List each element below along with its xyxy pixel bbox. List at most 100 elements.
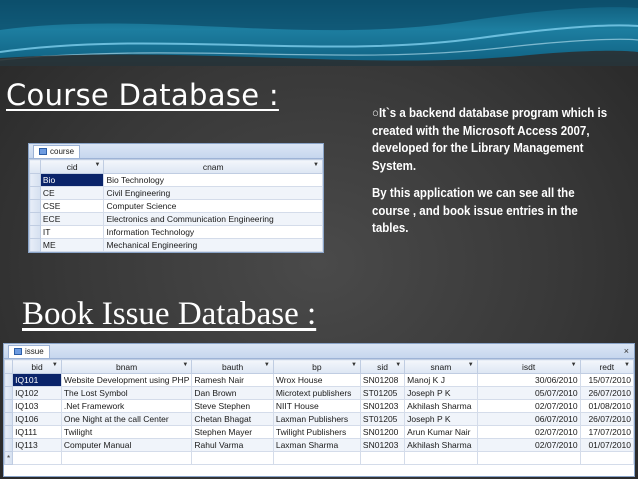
table-cell[interactable]: Laxman Sharma xyxy=(272,438,361,452)
empty-cell[interactable] xyxy=(404,451,478,465)
table-cell[interactable]: SN01203 xyxy=(359,438,406,452)
table-cell[interactable]: One Night at the call Center xyxy=(60,412,193,426)
table-cell[interactable]: Joseph P K xyxy=(404,412,478,426)
column-header-bp[interactable]: bp ▼ xyxy=(272,359,361,374)
table-cell[interactable]: ST01205 xyxy=(359,412,406,426)
table-cell[interactable]: ME xyxy=(39,238,105,252)
empty-cell[interactable] xyxy=(359,451,406,465)
table-cell[interactable]: Electronics and Communication Engineerin… xyxy=(103,212,323,226)
table-cell[interactable]: 01/08/2010 xyxy=(579,399,635,413)
table-cell[interactable]: 01/07/2010 xyxy=(579,438,635,452)
row-selector[interactable] xyxy=(29,199,41,213)
table-cell[interactable]: IQ111 xyxy=(12,425,62,439)
table-cell[interactable]: Twilight Publishers xyxy=(272,425,361,439)
table-cell[interactable]: Microtext publishers xyxy=(272,386,361,400)
table-cell[interactable]: .Net Framework xyxy=(60,399,193,413)
table-cell[interactable]: ECE xyxy=(39,212,105,226)
table-cell[interactable]: Bio Technology xyxy=(103,173,323,187)
row-selector[interactable] xyxy=(3,399,14,413)
table-cell[interactable]: The Lost Symbol xyxy=(60,386,193,400)
dropdown-arrow-icon[interactable]: ▼ xyxy=(182,362,188,368)
table-cell[interactable]: Computer Manual xyxy=(60,438,193,452)
table-cell[interactable]: Manoj K J xyxy=(404,373,478,387)
row-selector[interactable] xyxy=(29,225,41,239)
dropdown-arrow-icon[interactable]: ▼ xyxy=(264,362,270,368)
tab-issue[interactable]: issue xyxy=(8,344,50,358)
row-selector[interactable] xyxy=(3,438,14,452)
column-header-cid[interactable]: cid ▼ xyxy=(39,159,105,174)
select-all-corner[interactable] xyxy=(29,159,41,174)
table-cell[interactable]: Laxman Publishers xyxy=(272,412,361,426)
dropdown-arrow-icon[interactable]: ▼ xyxy=(624,362,630,368)
empty-cell[interactable] xyxy=(272,451,361,465)
select-all-corner[interactable] xyxy=(3,359,14,374)
column-header-bauth[interactable]: bauth ▼ xyxy=(191,359,274,374)
column-header-bnam[interactable]: bnam ▼ xyxy=(60,359,193,374)
dropdown-arrow-icon[interactable]: ▼ xyxy=(571,362,577,368)
row-selector[interactable] xyxy=(29,173,41,187)
dropdown-arrow-icon[interactable]: ▼ xyxy=(95,162,101,168)
table-cell[interactable]: NIIT House xyxy=(272,399,361,413)
table-cell[interactable]: Mechanical Engineering xyxy=(103,238,323,252)
column-header-sid[interactable]: sid ▼ xyxy=(359,359,406,374)
table-cell[interactable]: Dan Brown xyxy=(191,386,274,400)
table-cell[interactable]: Akhilash Sharma xyxy=(404,399,478,413)
table-cell[interactable]: 02/07/2010 xyxy=(476,399,581,413)
table-cell[interactable]: Wrox House xyxy=(272,373,361,387)
table-cell[interactable]: 17/07/2010 xyxy=(579,425,635,439)
table-cell[interactable]: Computer Science xyxy=(103,199,323,213)
dropdown-arrow-icon[interactable]: ▼ xyxy=(351,362,357,368)
table-cell[interactable]: CSE xyxy=(39,199,105,213)
table-cell[interactable]: Stephen Mayer xyxy=(191,425,274,439)
column-header-snam[interactable]: snam ▼ xyxy=(404,359,478,374)
table-cell[interactable]: Civil Engineering xyxy=(103,186,323,200)
row-selector[interactable] xyxy=(29,186,41,200)
close-icon[interactable]: × xyxy=(624,346,629,356)
table-cell[interactable]: 15/07/2010 xyxy=(579,373,635,387)
column-header-bid[interactable]: bid ▼ xyxy=(12,359,62,374)
table-cell[interactable]: SN01208 xyxy=(359,373,406,387)
table-cell[interactable]: SN01203 xyxy=(359,399,406,413)
empty-cell[interactable] xyxy=(60,451,193,465)
table-cell[interactable]: 02/07/2010 xyxy=(476,438,581,452)
row-selector[interactable] xyxy=(3,386,14,400)
row-selector[interactable] xyxy=(29,238,41,252)
dropdown-arrow-icon[interactable]: ▼ xyxy=(313,162,319,168)
table-cell[interactable]: Chetan Bhagat xyxy=(191,412,274,426)
table-cell[interactable]: 26/07/2010 xyxy=(579,412,635,426)
dropdown-arrow-icon[interactable]: ▼ xyxy=(395,362,401,368)
tab-course[interactable]: course xyxy=(33,144,81,158)
row-selector[interactable] xyxy=(3,412,14,426)
dropdown-arrow-icon[interactable]: ▼ xyxy=(52,362,58,368)
table-cell[interactable]: ST01205 xyxy=(359,386,406,400)
table-cell[interactable]: 26/07/2010 xyxy=(579,386,635,400)
empty-cell[interactable] xyxy=(476,451,581,465)
empty-cell[interactable] xyxy=(579,451,635,465)
table-cell[interactable]: Akhilash Sharma xyxy=(404,438,478,452)
table-cell[interactable]: Arun Kumar Nair xyxy=(404,425,478,439)
table-cell[interactable]: Ramesh Nair xyxy=(191,373,274,387)
column-header-redt[interactable]: redt ▼ xyxy=(579,359,635,374)
column-header-cnam[interactable]: cnam ▼ xyxy=(103,159,323,174)
table-cell[interactable]: Information Technology xyxy=(103,225,323,239)
empty-cell[interactable] xyxy=(12,451,62,465)
dropdown-arrow-icon[interactable]: ▼ xyxy=(468,362,474,368)
table-cell[interactable]: Twilight xyxy=(60,425,193,439)
empty-cell[interactable] xyxy=(191,451,274,465)
table-cell[interactable]: Website Development using PHP xyxy=(60,373,193,387)
table-cell[interactable]: IQ102 xyxy=(12,386,62,400)
table-cell[interactable]: 30/06/2010 xyxy=(476,373,581,387)
table-cell[interactable]: 02/07/2010 xyxy=(476,425,581,439)
new-record-row[interactable]: * xyxy=(3,451,635,465)
table-cell[interactable]: Steve Stephen xyxy=(191,399,274,413)
table-cell[interactable]: 05/07/2010 xyxy=(476,386,581,400)
row-selector[interactable] xyxy=(3,373,14,387)
row-selector[interactable] xyxy=(3,425,14,439)
row-selector[interactable] xyxy=(29,212,41,226)
table-cell[interactable]: Rahul Varma xyxy=(191,438,274,452)
table-cell[interactable]: Bio xyxy=(39,173,105,187)
table-cell[interactable]: 06/07/2010 xyxy=(476,412,581,426)
column-header-isdt[interactable]: isdt ▼ xyxy=(476,359,581,374)
table-cell[interactable]: IQ101 xyxy=(12,373,62,387)
table-cell[interactable]: IQ113 xyxy=(12,438,62,452)
